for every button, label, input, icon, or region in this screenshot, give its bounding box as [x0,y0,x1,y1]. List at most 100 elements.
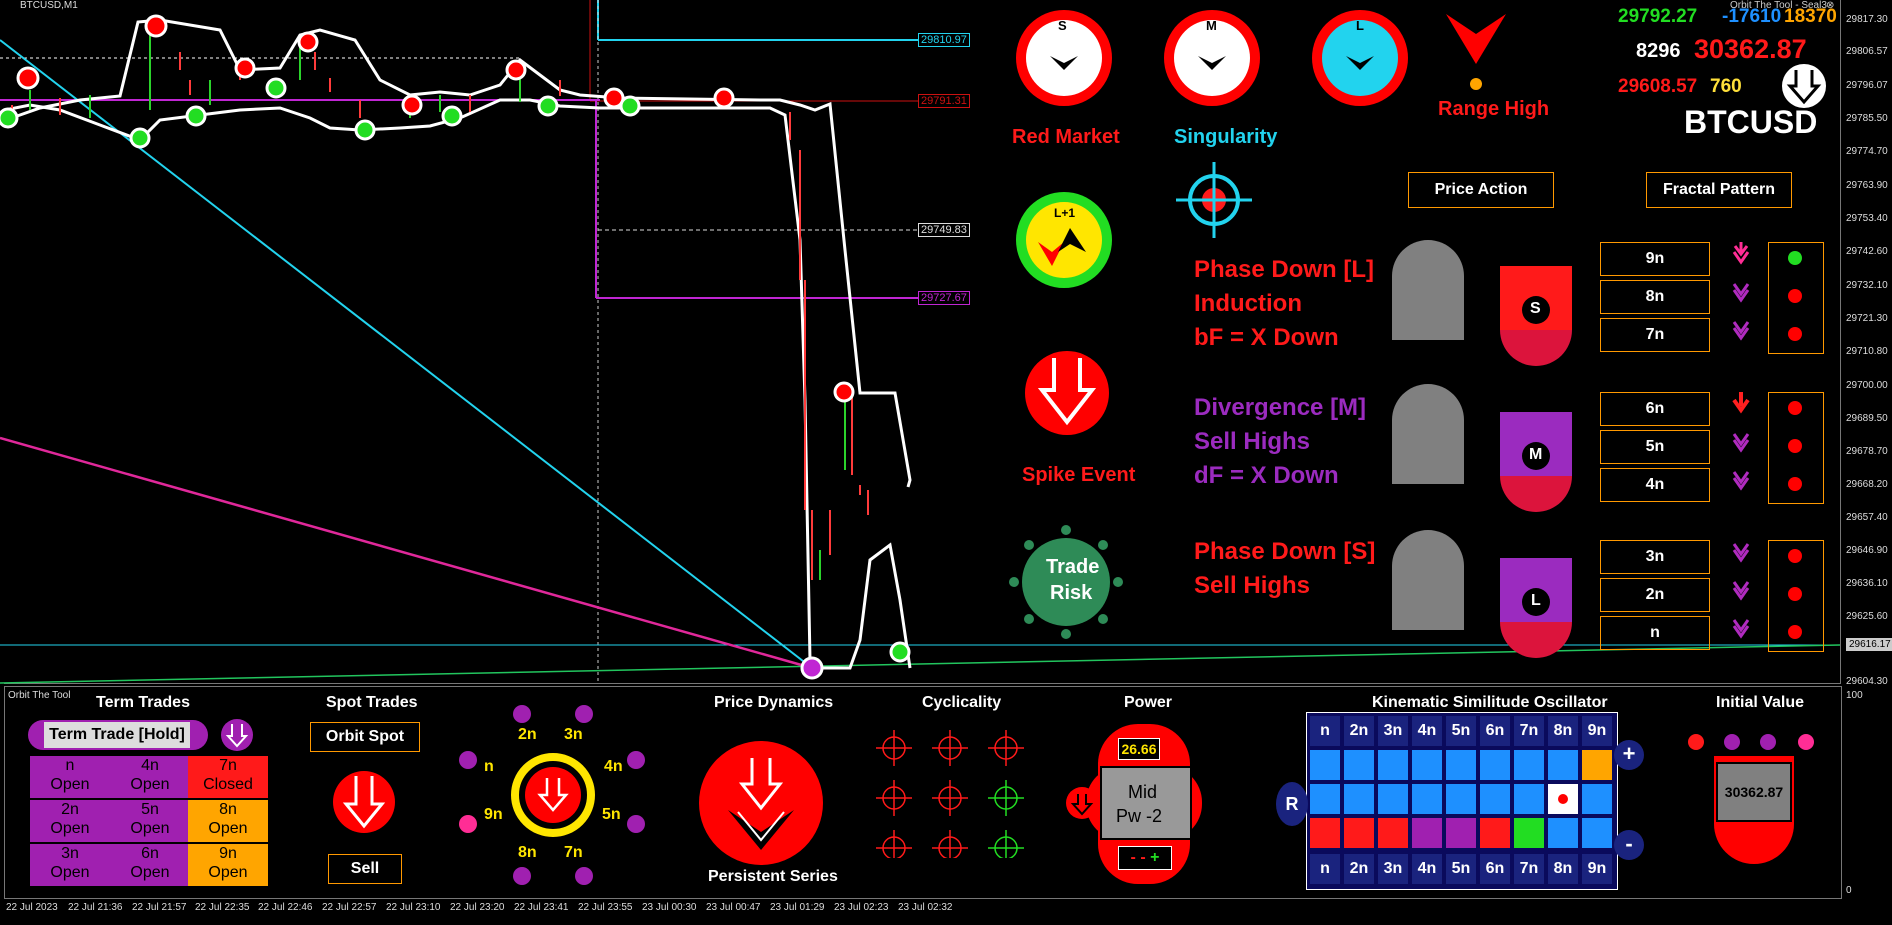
kso-header-cell: 8n [1548,716,1578,746]
kso-title: Kinematic Similitude Oscillator [1372,694,1608,711]
kso-cell [1344,818,1374,848]
price-axis-label: 29646.90 [1846,545,1888,556]
kso-cell [1378,784,1408,814]
n-box-9n[interactable]: 9n [1600,242,1710,276]
price-axis-label: 29742.60 [1846,246,1888,257]
time-axis-label: 22 Jul 23:10 [386,902,441,913]
initial-value-box: 30362.87 [1716,762,1792,822]
price-axis-label: 29689.50 [1846,413,1888,424]
tt-cell-5n[interactable]: 5n Open [110,800,190,842]
orbit-label-8n: 8n [518,844,537,861]
spot-trades-title: Spot Trades [326,694,418,711]
kso-footer-cell: 8n [1548,854,1578,884]
power-title: Power [1124,694,1173,711]
price-axis-label: 29678.70 [1846,446,1888,457]
kso-r-button[interactable]: R [1276,782,1308,826]
tt-cell-n[interactable]: n Open [30,756,110,798]
range-high-chevron-icon [1446,14,1506,90]
kso-footer-cell: 2n [1344,854,1374,884]
kso-header-cell: 7n [1514,716,1544,746]
phase-3-line-2: Sell Highs [1194,572,1311,599]
initial-value-dot [1688,734,1704,750]
n-box-7n[interactable]: 7n [1600,318,1710,352]
kso-header-cell: 9n [1582,716,1612,746]
kso-plus-button[interactable]: + [1614,740,1644,770]
singularity-crosshair-icon [1176,162,1252,238]
n-box-4n[interactable]: 4n [1600,468,1710,502]
term-trade-hold-button[interactable]: Term Trade [Hold] [44,722,190,748]
orbit-label-7n: 7n [564,844,583,861]
symbol-title: BTCUSD [1684,104,1818,140]
n-box-8n[interactable]: 8n [1600,280,1710,314]
stat-orange: 18370 [1784,6,1837,27]
kso-cell [1480,750,1510,780]
crosshair-icon [876,730,912,766]
kso-cell [1514,818,1544,848]
kso-header-cell: 4n [1412,716,1442,746]
status-dot [1788,587,1802,601]
fractal-pattern-button[interactable]: Fractal Pattern [1646,172,1792,208]
tt-cell-6n[interactable]: 6n Open [110,844,190,886]
tt-cell-3n[interactable]: 3n Open [30,844,110,886]
tt-cell-9n[interactable]: 9n Open [188,844,268,886]
badge-l-letter: L [1531,592,1541,609]
orbit-label-9n: 9n [484,806,503,823]
l-plus-one-label: L+1 [1054,206,1076,220]
kso-footer-cell: 3n [1378,854,1408,884]
kso-cell [1446,784,1476,814]
price-axis-label: 29753.40 [1846,213,1888,224]
n-box-3n[interactable]: 3n [1600,540,1710,574]
price-axis-label: 29796.07 [1846,80,1888,91]
time-axis-label: 22 Jul 22:46 [258,902,313,913]
phase-1-line-1: Phase Down [L] [1194,256,1375,283]
dial-l-letter: L [1356,18,1364,33]
price-axis-label: 29763.90 [1846,180,1888,191]
time-axis-label: 22 Jul 21:36 [68,902,123,913]
down-arrow-icon [1732,242,1750,265]
time-axis-label: 23 Jul 02:32 [898,902,953,913]
n-box-n[interactable]: n [1600,616,1710,650]
kso-header-cell: 6n [1480,716,1510,746]
n-box-6n[interactable]: 6n [1600,392,1710,426]
price-axis-label: 29732.10 [1846,280,1888,291]
kso-cell [1310,818,1340,848]
status-dot [1788,401,1802,415]
kso-cell [1582,818,1612,848]
initial-value-title: Initial Value [1716,694,1805,711]
orbit-label-2n: 2n [518,726,537,743]
status-dot [1788,549,1802,563]
trade-risk-label-1: Trade [1046,556,1100,578]
kso-footer-cell: n [1310,854,1340,884]
kso-cell-marker [1548,784,1578,814]
price-axis-label: 29817.30 [1846,14,1888,25]
n-box-5n[interactable]: 5n [1600,430,1710,464]
tt-cell-8n[interactable]: 8n Open [188,800,268,842]
price-axis-label: 29657.40 [1846,512,1888,523]
status-dot [1788,251,1802,265]
l-plus-one-icon [1016,192,1112,288]
sub-axis-label: 0 [1846,885,1852,896]
tt-cell-4n[interactable]: 4n Open [110,756,190,798]
kso-cell [1446,818,1476,848]
kso-cell [1514,784,1544,814]
tt-cell-2n[interactable]: 2n Open [30,800,110,842]
price-axis-label: 29806.57 [1846,46,1888,57]
time-axis-label: 22 Jul 2023 [6,902,58,913]
stat-green: 29792.27 [1618,6,1698,27]
kso-cell [1514,750,1544,780]
price-axis-label: 29710.80 [1846,346,1888,357]
stat-red-big: 30362.87 [1694,34,1807,64]
gray-gauge [1392,384,1464,484]
tt-cell-7n[interactable]: 7n Closed [188,756,268,798]
time-axis-label: 22 Jul 21:57 [132,902,187,913]
n-box-2n[interactable]: 2n [1600,578,1710,612]
sub-axis-label: 100 [1846,690,1863,701]
kso-cell [1310,750,1340,780]
sell-button[interactable]: Sell [328,854,402,884]
price-action-button[interactable]: Price Action [1408,172,1554,208]
price-tag-white: 29749.83 [918,223,970,237]
gray-gauge [1392,530,1464,630]
kso-minus-button[interactable]: - [1614,830,1644,860]
orbit-spot-button[interactable]: Orbit Spot [310,722,420,752]
phase-3-line-1: Phase Down [S] [1194,538,1376,565]
